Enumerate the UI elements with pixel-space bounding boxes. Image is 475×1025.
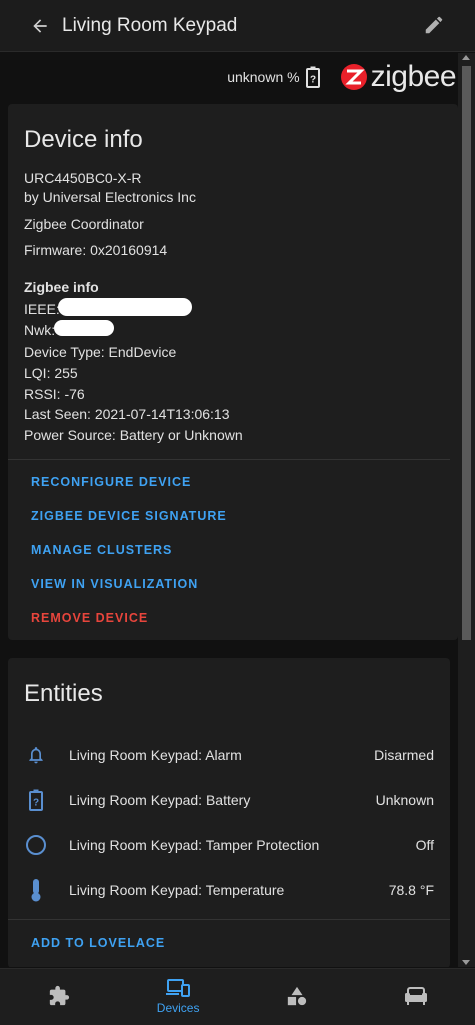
arrow-left-icon (33, 18, 47, 33)
zigbee-info-heading: Zigbee info (24, 279, 99, 295)
entity-name: Living Room Keypad: Temperature (69, 882, 285, 898)
redacted-nwk (54, 320, 114, 336)
entity-state: Disarmed (374, 747, 434, 763)
entity-name: Living Room Keypad: Battery (69, 792, 251, 808)
entity-row-battery[interactable]: ? Living Room Keypad: Battery Unknown (8, 778, 450, 822)
zigbee-last-seen: Last Seen: 2021-07-14T13:06:13 (24, 406, 230, 422)
redacted-ieee (58, 298, 192, 316)
zigbee-logo: zigbee (340, 60, 457, 94)
device-info-card: Device info URC4450BC0-X-R by Universal … (8, 104, 458, 640)
pencil-icon (425, 16, 443, 33)
battery-unknown-icon: ? (305, 66, 320, 88)
entity-state: 78.8 °F (388, 882, 434, 898)
nav-item-integrations[interactable] (0, 969, 119, 1025)
entity-name: Living Room Keypad: Alarm (69, 747, 242, 763)
entity-state: Off (415, 837, 434, 853)
manage-clusters-button[interactable]: MANAGE CLUSTERS (31, 543, 172, 557)
scroll-up-icon[interactable] (462, 55, 470, 60)
entities-heading: Entities (24, 680, 103, 707)
nav-item-entities[interactable] (238, 969, 357, 1025)
nav-item-devices[interactable]: Devices (119, 969, 238, 1025)
devices-icon (166, 979, 191, 997)
nav-label: Devices (156, 1001, 200, 1015)
page-title: Living Room Keypad (62, 14, 238, 36)
zigbee-nwk: Nwk: (24, 322, 56, 338)
app-header: Living Room Keypad (0, 0, 475, 52)
circle-outline-icon (24, 833, 48, 857)
thermometer-icon (24, 878, 48, 902)
back-button[interactable] (28, 14, 52, 38)
entity-row-alarm[interactable]: Living Room Keypad: Alarm Disarmed (8, 733, 450, 777)
zigbee-wordmark: zigbee (370, 60, 457, 93)
entity-row-tamper[interactable]: Living Room Keypad: Tamper Protection Of… (8, 823, 450, 867)
device-manufacturer: by Universal Electronics Inc (24, 189, 196, 205)
edit-button[interactable] (423, 14, 447, 38)
scrollbar[interactable] (458, 53, 475, 967)
entity-name: Living Room Keypad: Tamper Protection (69, 837, 320, 853)
zigbee-device-signature-button[interactable]: ZIGBEE DEVICE SIGNATURE (31, 509, 227, 523)
remove-device-button[interactable]: REMOVE DEVICE (31, 611, 148, 625)
shapes-icon (287, 986, 307, 1006)
zigbee-power-source: Power Source: Battery or Unknown (24, 427, 243, 443)
svg-text:?: ? (33, 798, 39, 809)
card-divider (8, 459, 450, 460)
zigbee-device-type: Device Type: EndDevice (24, 344, 177, 360)
svg-text:?: ? (310, 75, 316, 86)
battery-status: unknown % (227, 69, 300, 85)
entity-state: Unknown (375, 792, 434, 808)
entities-card: Entities Living Room Keypad: Alarm Disar… (8, 658, 450, 967)
zigbee-ieee: IEEE: (24, 301, 60, 317)
zigbee-logo-icon (340, 64, 367, 90)
scrollbar-thumb[interactable] (462, 66, 471, 640)
battery-unknown-icon: ? (24, 788, 48, 812)
reconfigure-device-button[interactable]: RECONFIGURE DEVICE (31, 475, 191, 489)
zigbee-lqi: LQI: 255 (24, 365, 78, 381)
entity-row-temperature[interactable]: Living Room Keypad: Temperature 78.8 °F (8, 868, 450, 912)
zigbee-rssi: RSSI: -76 (24, 386, 85, 402)
device-info-heading: Device info (24, 126, 143, 153)
add-to-lovelace-button[interactable]: ADD TO LOVELACE (31, 936, 165, 950)
device-firmware: Firmware: 0x20160914 (24, 242, 168, 258)
bell-icon (24, 743, 48, 767)
device-model: URC4450BC0-X-R (24, 170, 142, 186)
device-via-link[interactable]: Zigbee Coordinator (24, 216, 144, 232)
bottom-navigation: Devices (0, 968, 475, 1025)
device-status-row: unknown % ? zigbee (8, 53, 458, 101)
card-divider (8, 919, 450, 920)
main-content: unknown % ? zigbee Device info URC4450BC… (8, 53, 458, 967)
nav-item-areas[interactable] (356, 969, 475, 1025)
scroll-down-icon[interactable] (462, 960, 470, 965)
view-in-visualization-button[interactable]: VIEW IN VISUALIZATION (31, 577, 198, 591)
sofa-icon (404, 987, 427, 1005)
puzzle-icon (50, 985, 70, 1006)
